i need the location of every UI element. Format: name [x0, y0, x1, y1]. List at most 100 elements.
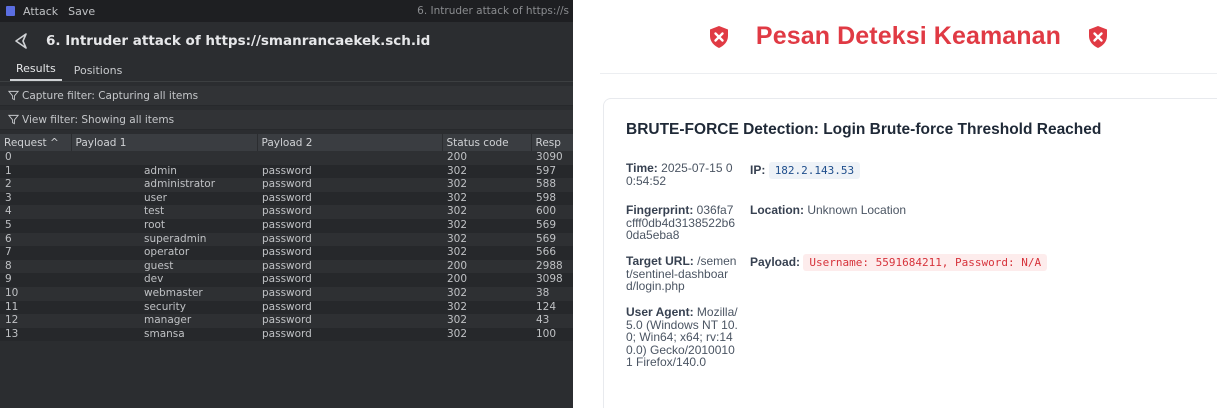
cell-payload1: root: [71, 218, 257, 233]
time-field: Time: 2025-07-15 00:54:52: [626, 162, 738, 187]
location-field: Location: Unknown Location: [750, 203, 906, 217]
tab-positions[interactable]: Positions: [68, 64, 129, 81]
window-title: 6. Intruder attack of https://s: [417, 5, 569, 17]
cell-status-code: 302: [442, 205, 531, 219]
detection-title: BRUTE-FORCE Detection: Login Brute-force…: [626, 121, 1102, 138]
cell-request: 6: [0, 232, 71, 247]
table-row[interactable]: 12 manager password 302 43: [0, 314, 573, 328]
menu-bar: Attack Save 6. Intruder attack of https:…: [0, 0, 573, 22]
cell-request: 4: [0, 205, 71, 219]
cell-payload2: password: [257, 314, 442, 328]
payload-field: Payload: Username: 5591684211, Password:…: [750, 254, 1048, 271]
ip-label: IP:: [750, 163, 766, 177]
burp-logo-icon: [6, 6, 15, 16]
cell-status-code: 200: [442, 273, 531, 287]
menu-attack[interactable]: Attack: [23, 5, 58, 18]
capture-filter-text: Capture filter: Capturing all items: [22, 89, 199, 102]
cell-response: 598: [531, 191, 573, 206]
cell-payload1: admin: [71, 164, 257, 179]
cell-payload2: password: [257, 191, 442, 206]
cell-response: 3098: [531, 273, 573, 287]
cell-payload1: dev: [71, 273, 257, 287]
table-row[interactable]: 6 superadmin password 302 569: [0, 232, 573, 247]
payload-value: Username: 5591684211, Password: N/A: [803, 254, 1048, 271]
cell-status-code: 302: [442, 178, 531, 192]
back-arrow-icon[interactable]: [12, 31, 32, 51]
column-header-response[interactable]: Resp: [531, 134, 573, 151]
column-header-request[interactable]: Request ^: [0, 134, 72, 151]
table-row[interactable]: 4 test password 302 600: [0, 205, 573, 219]
cell-payload2: password: [257, 327, 442, 342]
table-row[interactable]: 8 guest password 200 2988: [0, 259, 573, 274]
cell-status-code: 302: [442, 191, 531, 206]
cell-payload2: password: [257, 205, 442, 219]
ip-field: IP: 182.2.143.53: [750, 162, 861, 179]
cell-status-code: 200: [442, 151, 531, 165]
table-row[interactable]: 13 smansa password 302 100: [0, 327, 573, 342]
cell-response: 38: [531, 286, 573, 301]
cell-response: 43: [531, 314, 573, 328]
table-header-row: Request ^ Payload 1 Payload 2 Status cod…: [0, 134, 573, 151]
cell-payload1: user: [71, 191, 257, 206]
cell-request: 1: [0, 164, 71, 179]
column-header-status[interactable]: Status code: [442, 134, 532, 151]
target-url-field: Target URL: /sement/sentinel-dashboard/l…: [626, 255, 738, 293]
table-row[interactable]: 2 administrator password 302 588: [0, 178, 573, 192]
cell-status-code: 302: [442, 327, 531, 342]
cell-response: 569: [531, 232, 573, 247]
cell-payload2: password: [257, 164, 442, 179]
cell-response: 100: [531, 327, 573, 342]
cell-payload2: password: [257, 300, 442, 315]
cell-request: 0: [0, 151, 71, 165]
cell-payload2: password: [257, 178, 442, 192]
result-tabs: Results Positions: [0, 60, 573, 82]
table-row[interactable]: 10 webmaster password 302 38: [0, 286, 573, 301]
cell-payload1: security: [71, 300, 257, 315]
cell-response: 569: [531, 218, 573, 233]
cell-request: 13: [0, 327, 71, 342]
results-table: Request ^ Payload 1 Payload 2 Status cod…: [0, 134, 573, 342]
cell-request: 12: [0, 314, 71, 328]
table-row[interactable]: 9 dev password 200 3098: [0, 273, 573, 287]
cell-payload2: password: [257, 273, 442, 287]
cell-response: 3090: [531, 151, 573, 165]
cell-request: 10: [0, 286, 71, 301]
cell-payload1: smansa: [71, 327, 257, 342]
cell-response: 2988: [531, 259, 573, 274]
attack-title: 6. Intruder attack of https://smanrancae…: [46, 33, 431, 49]
payload-label: Payload:: [750, 255, 801, 269]
column-header-payload1[interactable]: Payload 1: [71, 134, 258, 151]
table-row[interactable]: 7 operator password 302 566: [0, 246, 573, 260]
cell-request: 5: [0, 218, 71, 233]
column-header-payload2[interactable]: Payload 2: [257, 134, 443, 151]
cell-status-code: 302: [442, 164, 531, 179]
table-row[interactable]: 11 security password 302 124: [0, 300, 573, 315]
cell-status-code: 302: [442, 300, 531, 315]
fingerprint-field: Fingerprint: 036fa7cfff0db4d3138522b60da…: [626, 204, 738, 242]
cell-payload2: password: [257, 232, 442, 247]
cell-status-code: 302: [442, 314, 531, 328]
table-row[interactable]: 5 root password 302 569: [0, 218, 573, 233]
cell-payload1: webmaster: [71, 286, 257, 301]
cell-request: 9: [0, 273, 71, 287]
table-row[interactable]: 3 user password 302 598: [0, 191, 573, 206]
table-row[interactable]: 0 200 3090: [0, 151, 573, 165]
security-alert-panel: Pesan Deteksi Keamanan BRUTE-FORCE Detec…: [600, 0, 1217, 408]
cell-status-code: 302: [442, 246, 531, 260]
cell-request: 8: [0, 259, 71, 274]
location-label: Location:: [750, 203, 804, 217]
cell-status-code: 200: [442, 259, 531, 274]
cell-payload1: manager: [71, 314, 257, 328]
view-filter-bar[interactable]: View filter: Showing all items: [0, 110, 573, 130]
cell-payload1: operator: [71, 246, 257, 260]
table-row[interactable]: 1 admin password 302 597: [0, 164, 573, 179]
menu-save[interactable]: Save: [68, 5, 95, 18]
cell-payload2: password: [257, 246, 442, 260]
cell-response: 597: [531, 164, 573, 179]
tab-results[interactable]: Results: [10, 62, 62, 81]
detection-card: BRUTE-FORCE Detection: Login Brute-force…: [603, 98, 1217, 408]
alert-heading: Pesan Deteksi Keamanan: [755, 22, 1062, 50]
cell-payload2: password: [257, 286, 442, 301]
cell-response: 124: [531, 300, 573, 315]
capture-filter-bar[interactable]: Capture filter: Capturing all items: [0, 86, 573, 106]
